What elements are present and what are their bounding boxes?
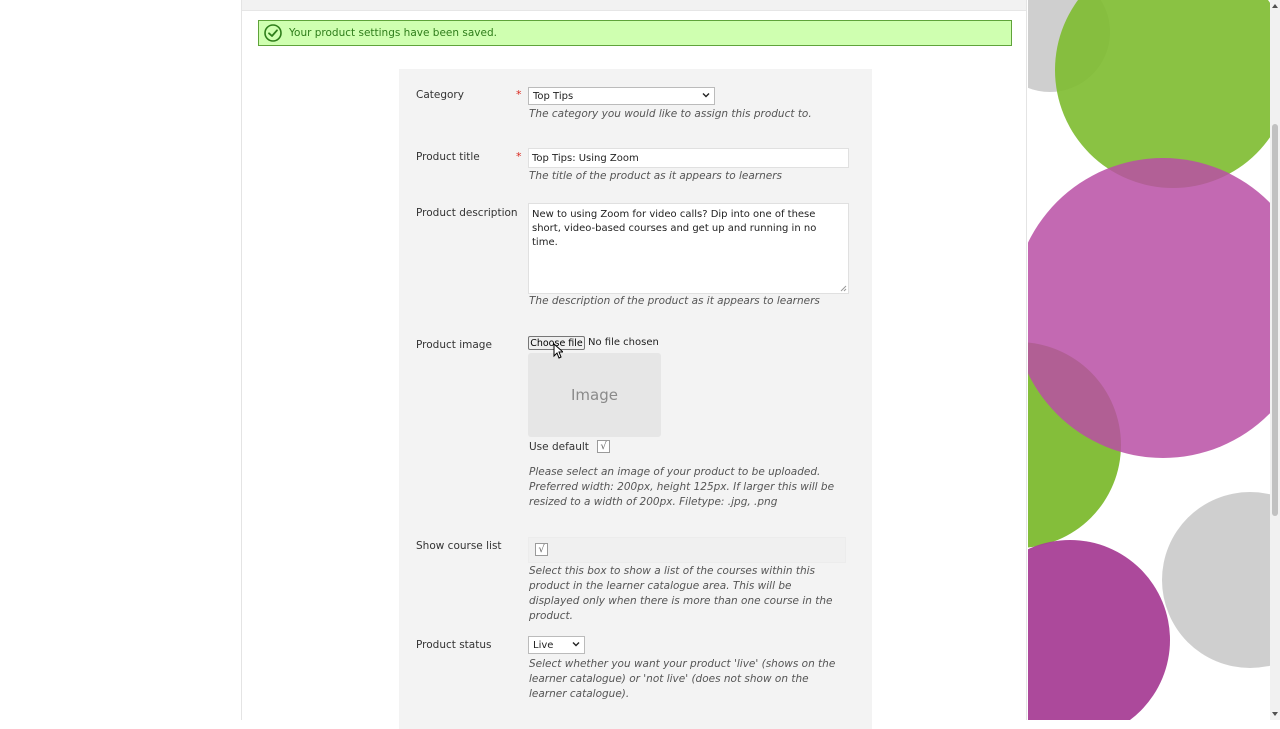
- use-default-checkmark: √: [600, 441, 607, 452]
- chevron-down-icon: [572, 642, 580, 647]
- course-list-checkmark: √: [538, 544, 545, 555]
- chevron-down-icon: [702, 93, 710, 98]
- use-default-label: Use default: [529, 441, 589, 453]
- resize-grip-icon[interactable]: [839, 284, 847, 292]
- mouse-cursor-icon: [553, 343, 563, 359]
- product-status-select[interactable]: Live: [528, 636, 585, 654]
- top-strip: [242, 0, 1026, 11]
- product-description-value: New to using Zoom for video calls? Dip i…: [532, 209, 817, 248]
- image-help: Please select an image of your product t…: [529, 466, 835, 508]
- category-select[interactable]: Top Tips: [528, 87, 715, 105]
- success-notice: Your product settings have been saved.: [258, 20, 1012, 46]
- file-status-text: No file chosen: [588, 337, 659, 348]
- image-label: Product image: [416, 339, 492, 351]
- product-description-textarea[interactable]: New to using Zoom for video calls? Dip i…: [528, 203, 849, 294]
- product-title-value: Top Tips: Using Zoom: [532, 152, 639, 164]
- decorative-circles: [1028, 0, 1270, 720]
- status-selected-value: Live: [533, 639, 554, 651]
- decorative-circles-art: [1028, 0, 1270, 720]
- use-default-checkbox[interactable]: √: [597, 440, 610, 453]
- course-list-help: Select this box to show a list of the co…: [529, 565, 833, 622]
- scrollbar-thumb[interactable]: [1272, 124, 1278, 516]
- check-circle-icon: [264, 24, 282, 42]
- scroll-up-arrow-icon[interactable]: [1271, 2, 1279, 10]
- show-course-list-checkbox[interactable]: √: [535, 543, 548, 556]
- status-label: Product status: [416, 639, 492, 651]
- course-list-checkbox-area: [528, 537, 846, 563]
- image-placeholder-text: Image: [571, 386, 618, 404]
- title-label: Product title: [416, 151, 480, 163]
- description-help: The description of the product as it app…: [529, 295, 820, 307]
- category-label: Category: [416, 89, 464, 101]
- title-required-mark: *: [516, 150, 522, 163]
- vertical-scrollbar[interactable]: [1270, 0, 1280, 720]
- notice-text: Your product settings have been saved.: [289, 27, 497, 39]
- status-help: Select whether you want your product 'li…: [529, 658, 836, 700]
- category-help: The category you would like to assign th…: [529, 108, 812, 120]
- image-placeholder: Image: [528, 353, 661, 437]
- main-panel: Your product settings have been saved. C…: [241, 0, 1027, 729]
- page-gutter: [0, 0, 241, 720]
- course-list-label: Show course list: [416, 540, 502, 552]
- description-label: Product description: [416, 207, 518, 219]
- category-selected-value: Top Tips: [533, 90, 574, 102]
- title-help: The title of the product as it appears t…: [529, 170, 783, 182]
- category-required-mark: *: [516, 88, 522, 101]
- scroll-down-arrow-icon[interactable]: [1271, 710, 1279, 718]
- product-settings-form: Category * Top Tips The category you wou…: [399, 69, 872, 729]
- product-title-input[interactable]: Top Tips: Using Zoom: [528, 148, 849, 168]
